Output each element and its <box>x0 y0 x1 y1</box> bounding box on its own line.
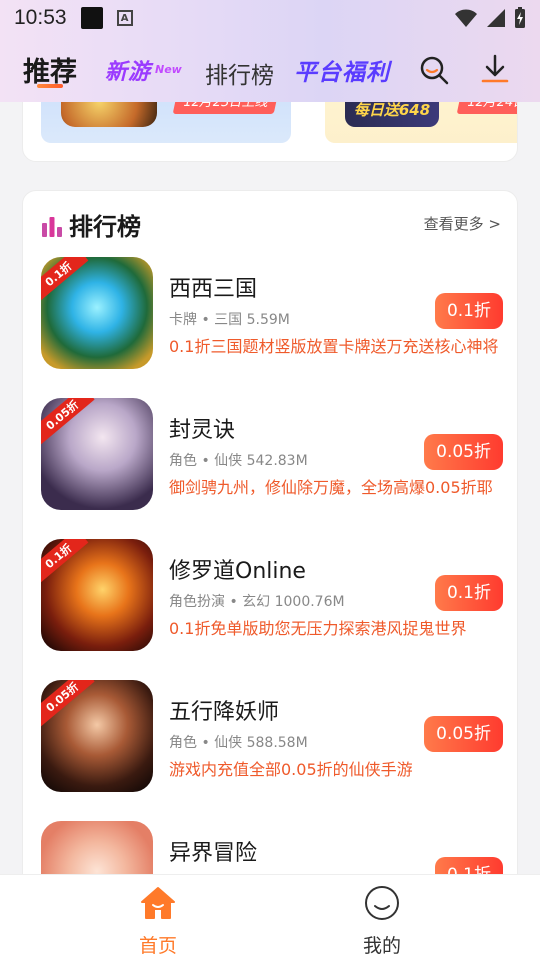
new-badge: New <box>155 63 182 76</box>
wifi-icon <box>455 9 477 27</box>
status-bar: 10:53 A <box>0 0 540 36</box>
download-icon[interactable] <box>478 52 512 86</box>
game-name: 封灵诀 <box>169 418 236 443</box>
notification-a-icon: A <box>116 10 133 26</box>
smile-icon <box>365 886 399 920</box>
status-time: 10:53 <box>14 6 67 29</box>
search-icon[interactable] <box>418 54 450 86</box>
game-list-item[interactable]: 0.05折 封灵诀 角色 • 仙侠 542.83M 御剑骋九州，修仙除万魔，全场… <box>41 398 503 510</box>
ranking-card: 排行榜 查看更多 > 0.1折 西西三国 卡牌 • 三国 5.59M 0.1折三… <box>22 190 518 910</box>
game-meta: 角色 • 仙侠 588.58M <box>169 735 308 751</box>
notification-square-icon <box>80 7 103 29</box>
game-meta: 角色扮演 • 玄幻 1000.76M <box>169 594 345 610</box>
battery-icon <box>515 7 525 28</box>
bottom-nav-mine[interactable]: 我的 <box>322 885 442 958</box>
tab-new-games[interactable]: 新游 <box>105 54 151 86</box>
view-more-link[interactable]: 查看更多 > <box>424 213 501 234</box>
top-header: 10:53 A 推荐 新游 New 排行榜 平台福利 <box>0 0 540 102</box>
active-tab-indicator <box>37 84 63 88</box>
game-icon: 0.05折 <box>41 680 153 792</box>
game-list-item[interactable]: 0.05折 五行降妖师 角色 • 仙侠 588.58M 游戏内充值全部0.05折… <box>41 680 503 792</box>
discount-button[interactable]: 0.1折 <box>434 575 503 611</box>
ranking-title: 排行榜 <box>69 213 141 241</box>
game-name: 异界冒险 <box>169 841 258 866</box>
discount-button[interactable]: 0.1折 <box>434 293 503 329</box>
game-icon: 0.1折 <box>41 257 153 369</box>
bottom-nav-mine-label: 我的 <box>362 935 401 957</box>
discount-button[interactable]: 0.05折 <box>424 716 503 752</box>
game-list-item[interactable]: 0.1折 西西三国 卡牌 • 三国 5.59M 0.1折三国题材竖版放置卡牌送万… <box>41 257 503 369</box>
ranking-header: 排行榜 查看更多 > <box>41 205 501 245</box>
game-meta: 角色 • 仙侠 542.83M <box>169 453 308 469</box>
discount-corner-tag: 0.05折 <box>41 680 95 727</box>
discount-corner-tag: 0.05折 <box>41 398 95 445</box>
tab-platform-benefits[interactable]: 平台福利 <box>294 53 390 87</box>
tab-ranking[interactable]: 排行榜 <box>205 56 274 90</box>
bottom-nav-home[interactable]: 首页 <box>98 885 218 958</box>
game-icon: 0.05折 <box>41 398 153 510</box>
game-description: 0.1折三国题材竖版放置卡牌送万充送核心神将 <box>169 337 499 356</box>
game-name: 五行降妖师 <box>169 700 280 725</box>
top-nav: 推荐 新游 New 排行榜 平台福利 <box>0 40 540 98</box>
bar-chart-icon <box>42 217 62 237</box>
game-name: 修罗道Online <box>169 559 306 584</box>
game-icon: 0.1折 <box>41 539 153 651</box>
game-description: 御剑骋九州，修仙除万魔，全场高爆0.05折耶 <box>169 478 493 497</box>
game-list-item[interactable]: 0.1折 修罗道Online 角色扮演 • 玄幻 1000.76M 0.1折免单… <box>41 539 503 651</box>
discount-corner-tag: 0.1折 <box>41 539 88 583</box>
game-description: 0.1折免单版助您无压力探索港风捉鬼世界 <box>169 619 467 638</box>
home-icon <box>141 887 175 919</box>
bottom-nav: 首页 我的 <box>0 874 540 960</box>
signal-icon <box>487 9 505 27</box>
game-description: 游戏内充值全部0.05折的仙侠手游 <box>169 760 413 779</box>
discount-corner-tag: 0.1折 <box>41 257 88 301</box>
discount-button[interactable]: 0.05折 <box>424 434 503 470</box>
game-name: 西西三国 <box>169 277 258 302</box>
game-meta: 卡牌 • 三国 5.59M <box>169 312 290 328</box>
bottom-nav-home-label: 首页 <box>138 935 177 957</box>
